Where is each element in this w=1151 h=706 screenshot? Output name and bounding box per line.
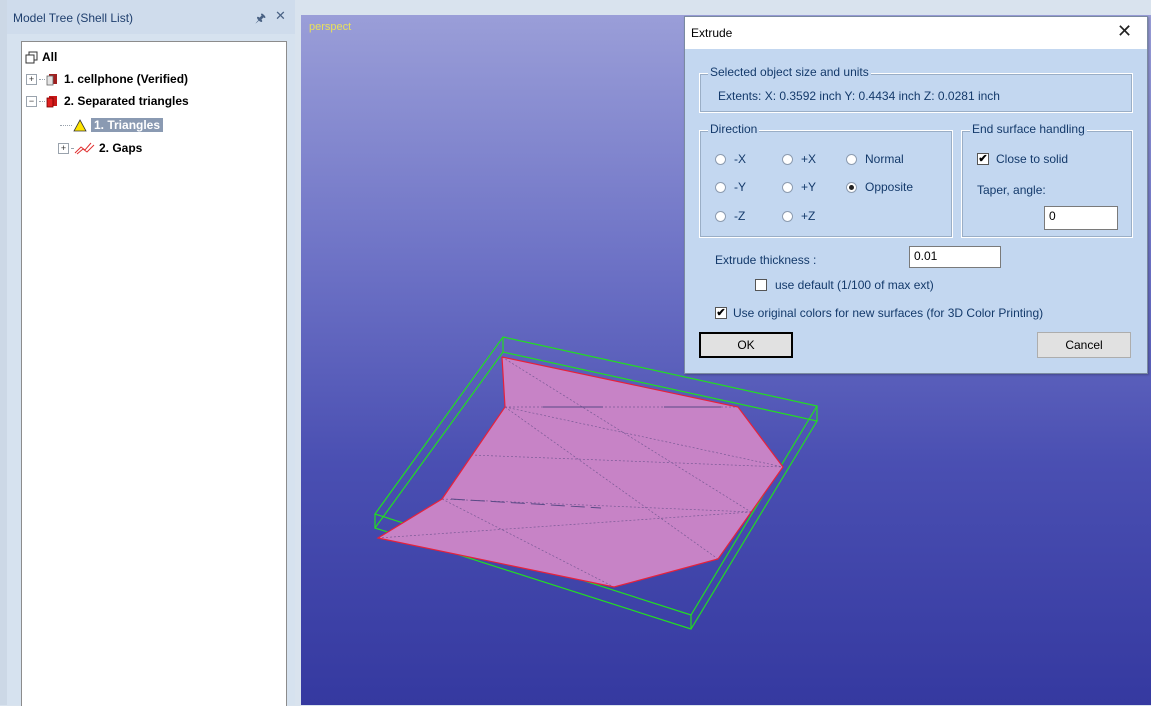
model-tree-title: Model Tree (Shell List) — [13, 11, 134, 25]
original-colors-label: Use original colors for new surfaces (fo… — [733, 306, 1044, 320]
shell-icon — [46, 73, 57, 85]
model-tree-list: All + 1. cellphone (Verified) − 2. Separ… — [21, 41, 287, 706]
extrude-dialog: Extrude ✕ Selected object size and units… — [684, 16, 1148, 374]
extrude-thickness-input[interactable]: 0.01 — [909, 246, 1001, 268]
tree-item-label: 1. Triangles — [91, 118, 164, 132]
size-group: Selected object size and units Extents: … — [699, 65, 1133, 113]
tree-item-label: 2. Gaps — [99, 141, 143, 155]
direction-group-caption: Direction — [708, 122, 760, 136]
dialog-title: Extrude — [691, 26, 733, 40]
extents-text: Extents: X: 0.3592 inch Y: 0.4434 inch Z… — [718, 89, 1000, 103]
dialog-titlebar[interactable]: Extrude ✕ — [685, 17, 1147, 49]
radio-minus-z[interactable] — [715, 211, 726, 222]
tree-item-triangles[interactable]: 1. Triangles — [60, 116, 164, 134]
tree-item-cellphone[interactable]: + 1. cellphone (Verified) — [26, 70, 188, 88]
tree-item-label: 1. cellphone (Verified) — [64, 72, 189, 86]
expand-icon[interactable]: + — [58, 142, 69, 154]
radio-plus-z[interactable] — [782, 211, 793, 222]
tree-connector — [60, 124, 72, 126]
use-default-label: use default (1/100 of max ext) — [775, 278, 934, 292]
direction-group: Direction -X +X Normal -Y +Y Opposite -Z… — [699, 122, 953, 238]
size-group-caption: Selected object size and units — [708, 65, 871, 79]
original-colors-checkbox[interactable]: ✔ — [715, 307, 727, 319]
radio-plus-y[interactable] — [782, 182, 793, 193]
radio-plus-x[interactable] — [782, 154, 793, 165]
radio-normal[interactable] — [846, 154, 857, 165]
gaps-icon — [74, 142, 95, 155]
warning-triangle-icon — [73, 118, 87, 131]
tree-item-gaps[interactable]: + 2. Gaps — [58, 139, 142, 157]
radio-minus-y[interactable] — [715, 182, 726, 193]
taper-angle-label: Taper, angle: — [977, 183, 1046, 197]
expand-icon[interactable]: + — [26, 73, 37, 85]
end-surface-group-caption: End surface handling — [970, 122, 1087, 136]
cancel-button[interactable]: Cancel — [1037, 332, 1131, 358]
tree-item-all[interactable]: All — [25, 48, 57, 66]
radio-opposite[interactable] — [846, 182, 857, 193]
close-to-solid-checkbox[interactable]: ✔ — [977, 153, 989, 165]
close-to-solid-label: Close to solid — [996, 152, 1069, 166]
end-surface-group: End surface handling ✔ Close to solid Ta… — [961, 122, 1133, 238]
radio-minus-y-label: -Y — [734, 180, 746, 194]
radio-plus-x-label: +X — [801, 152, 817, 166]
radio-plus-z-label: +Z — [801, 209, 816, 223]
extrude-thickness-label: Extrude thickness : — [715, 253, 817, 267]
tree-item-label: 2. Separated triangles — [64, 94, 189, 108]
model-tree-pane: Model Tree (Shell List) 🖈 ✕ All + 1. cel… — [7, 0, 295, 706]
radio-opposite-label: Opposite — [865, 180, 914, 194]
use-default-checkbox[interactable] — [755, 279, 767, 291]
tree-connector — [71, 147, 73, 149]
close-pane-icon[interactable]: ✕ — [275, 8, 286, 24]
taper-angle-input[interactable]: 0 — [1044, 206, 1118, 230]
radio-plus-y-label: +Y — [801, 180, 817, 194]
radio-normal-label: Normal — [865, 152, 904, 166]
tree-connector — [39, 100, 45, 102]
shells-icon — [25, 51, 38, 63]
pin-icon[interactable]: 🖈 — [255, 9, 266, 30]
radio-minus-x[interactable] — [715, 154, 726, 165]
red-shell-icon — [46, 95, 57, 107]
radio-minus-x-label: -X — [734, 152, 746, 166]
tree-item-separated-triangles[interactable]: − 2. Separated triangles — [26, 92, 189, 110]
ok-button[interactable]: OK — [699, 332, 793, 358]
model-tree-header: Model Tree (Shell List) 🖈 ✕ — [7, 0, 295, 34]
close-icon[interactable]: ✕ — [1117, 21, 1132, 42]
radio-minus-z-label: -Z — [734, 209, 746, 223]
tree-connector — [39, 78, 45, 80]
collapse-icon[interactable]: − — [26, 95, 37, 107]
tree-item-label: All — [42, 50, 58, 64]
